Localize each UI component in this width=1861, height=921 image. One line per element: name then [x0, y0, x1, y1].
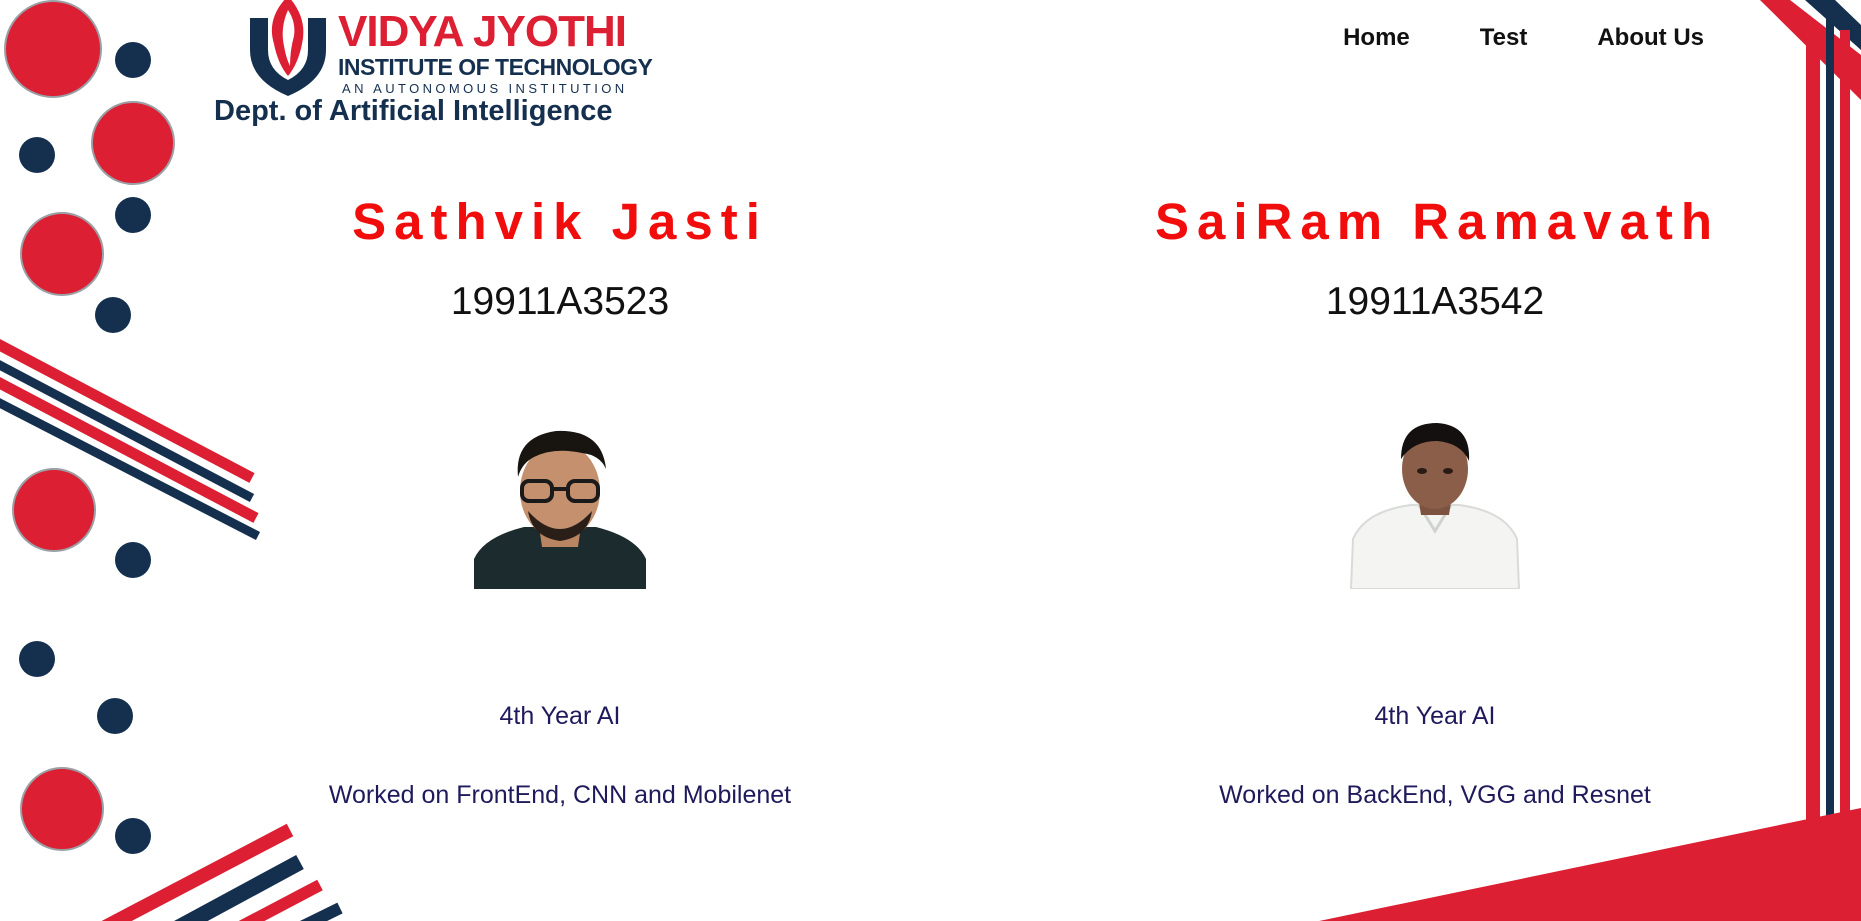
logo-tagline: AN AUTONOMOUS INSTITUTION: [342, 81, 628, 96]
department-title: Dept. of Artificial Intelligence: [214, 95, 613, 127]
nav-about-us-link[interactable]: About Us: [1597, 22, 1704, 54]
student-photo: [1349, 419, 1521, 589]
nav-test-link[interactable]: Test: [1480, 22, 1528, 54]
roll-number: 19911A3542: [1325, 280, 1545, 323]
student-portrait-image: [1349, 419, 1521, 589]
nav-home-link[interactable]: Home: [1343, 22, 1410, 54]
student-photo: [474, 419, 646, 589]
student-year: 4th Year AI: [499, 702, 621, 730]
student-card: Sathvik Jasti 19911A3523 4th Year AI Wor…: [280, 190, 840, 810]
flame-shield-icon: [250, 0, 326, 96]
main-nav: Home Test About Us: [1273, 22, 1704, 54]
student-name: Sathvik Jasti: [352, 193, 768, 250]
page: VIDYA JYOTHI INSTITUTE OF TECHNOLOGY AN …: [0, 0, 1861, 921]
student-portrait-image: [474, 419, 646, 589]
logo-title: VIDYA JYOTHI: [338, 7, 627, 56]
student-work: Worked on FrontEnd, CNN and Mobilenet: [328, 781, 792, 809]
student-year: 4th Year AI: [1374, 702, 1496, 730]
student-card: SaiRam Ramavath 19911A3542 4th Year AI W…: [1155, 190, 1715, 810]
decorative-stripes-right: [1760, 0, 1861, 830]
logo-subtitle: INSTITUTE OF TECHNOLOGY: [338, 54, 653, 80]
roll-number: 19911A3523: [450, 280, 670, 323]
student-name: SaiRam Ramavath: [1155, 193, 1721, 250]
decorative-bottom-right-wedge: [1319, 808, 1861, 921]
student-work: Worked on BackEnd, VGG and Resnet: [1219, 781, 1651, 809]
institute-logo[interactable]: VIDYA JYOTHI INSTITUTE OF TECHNOLOGY AN …: [246, 0, 653, 96]
